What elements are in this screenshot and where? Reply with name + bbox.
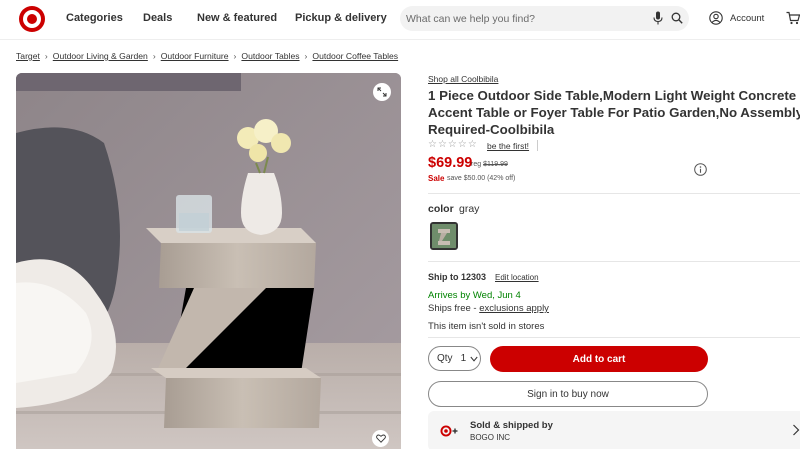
seller-title: Sold & shipped by — [470, 420, 553, 431]
rating-stars: ☆☆☆☆☆ — [428, 139, 478, 150]
color-label: color — [428, 203, 454, 215]
breadcrumb-outdoor-tables[interactable]: Outdoor Tables — [241, 51, 299, 61]
sale-badge: Sale — [428, 174, 445, 183]
site-header: Categories Deals New & featured Pickup &… — [0, 0, 800, 40]
product-title: 1 Piece Outdoor Side Table,Modern Light … — [428, 88, 800, 137]
exclusions-link[interactable]: exclusions apply — [479, 303, 549, 314]
nav-new-featured[interactable]: New & featured — [197, 12, 277, 24]
sign-in-to-buy-button[interactable]: Sign in to buy now — [428, 381, 708, 407]
sale-savings: save $50.00 (42% off) — [447, 175, 516, 182]
target-plus-icon — [440, 425, 458, 437]
swatch-thumbnail — [432, 224, 456, 248]
divider — [428, 261, 800, 262]
heart-icon — [375, 434, 386, 443]
mic-icon[interactable] — [653, 11, 663, 25]
search-bar — [400, 6, 689, 31]
nav-deals[interactable]: Deals — [143, 12, 172, 24]
color-swatch-gray[interactable] — [430, 222, 458, 250]
color-value: gray — [459, 203, 480, 215]
search-icon[interactable] — [671, 12, 683, 24]
breadcrumb-target[interactable]: Target — [16, 51, 40, 61]
breadcrumb-outdoor-living[interactable]: Outdoor Living & Garden — [53, 51, 148, 61]
quantity-select[interactable]: Qty 1 — [428, 346, 481, 371]
chevron-down-icon — [470, 356, 478, 362]
qty-label: Qty — [437, 353, 453, 364]
nav-categories[interactable]: Categories — [66, 12, 123, 24]
breadcrumb-separator: › — [152, 51, 156, 61]
shop-brand-link[interactable]: Shop all Coolbibila — [428, 74, 498, 84]
favorite-button[interactable] — [372, 430, 389, 447]
expand-icon — [377, 87, 387, 97]
breadcrumb: Target › Outdoor Living & Garden › Outdoor F… — [16, 51, 398, 61]
breadcrumb-separator: › — [304, 51, 308, 61]
chevron-right-icon[interactable] — [792, 424, 800, 436]
qty-value: 1 — [460, 353, 467, 364]
breadcrumb-separator: › — [44, 51, 48, 61]
nav-pickup-delivery[interactable]: Pickup & delivery — [295, 12, 387, 24]
info-icon[interactable] — [694, 163, 707, 176]
expand-image-button[interactable] — [373, 83, 391, 101]
breadcrumb-separator: › — [233, 51, 237, 61]
breadcrumb-outdoor-furniture[interactable]: Outdoor Furniture — [161, 51, 229, 61]
add-to-cart-button[interactable]: Add to cart — [490, 346, 708, 372]
seller-name: BOGO INC — [470, 433, 511, 442]
search-input[interactable] — [406, 10, 646, 27]
regular-price: reg $119.99 — [471, 161, 508, 168]
reg-prefix: reg — [471, 161, 482, 168]
reg-price-value: $119.99 — [483, 161, 508, 168]
cart-icon[interactable] — [786, 11, 800, 25]
edit-location-link[interactable]: Edit location — [495, 273, 539, 282]
divider — [537, 140, 538, 151]
product-photo — [16, 73, 401, 449]
current-price: $69.99 — [428, 155, 473, 171]
arrival-date: Arrives by Wed, Jun 4 — [428, 290, 521, 301]
store-availability: This item isn't sold in stores — [428, 321, 545, 332]
account-icon[interactable] — [709, 11, 723, 25]
divider — [428, 193, 800, 194]
breadcrumb-outdoor-coffee-tables[interactable]: Outdoor Coffee Tables — [312, 51, 398, 61]
target-logo-icon[interactable] — [19, 6, 45, 32]
ships-free-text: Ships free - — [428, 303, 480, 314]
divider — [428, 337, 800, 338]
product-image[interactable] — [16, 73, 401, 449]
shipping-note: Ships free - exclusions apply — [428, 303, 549, 314]
ship-to-zip: Ship to 12303 — [428, 272, 487, 282]
account-label[interactable]: Account — [730, 13, 764, 24]
rating-link[interactable]: be the first! — [487, 141, 529, 151]
